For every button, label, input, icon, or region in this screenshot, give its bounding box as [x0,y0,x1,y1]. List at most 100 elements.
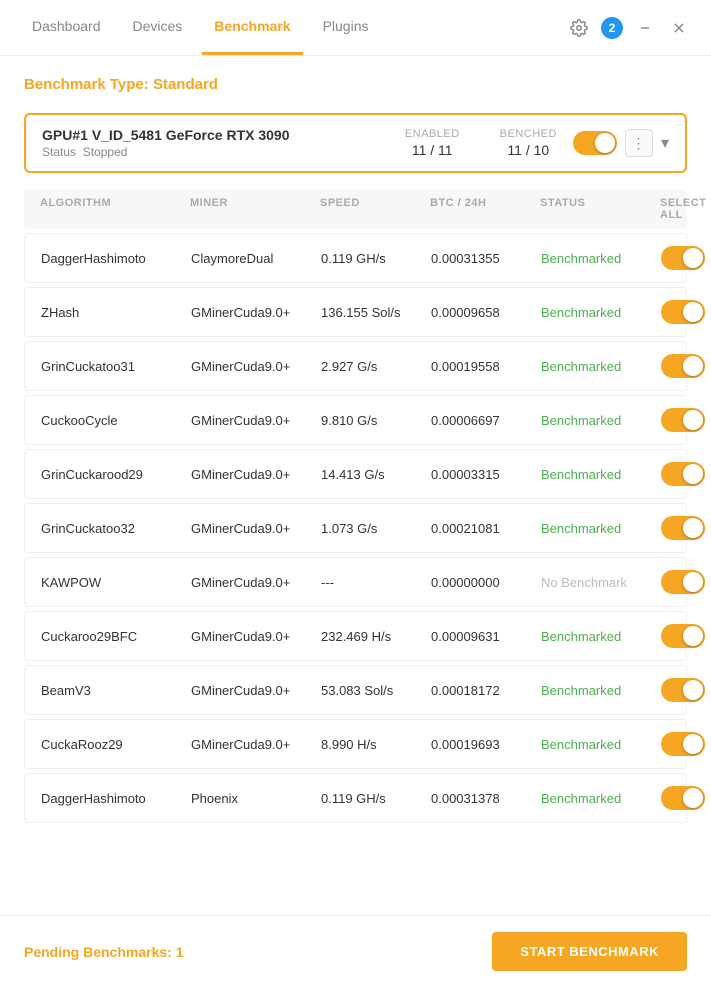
algo-miner: GMinerCuda9.0+ [191,359,321,374]
algo-name: Cuckaroo29BFC [41,629,191,644]
table-header: ALGORITHM MINER SPEED BTC / 24H STATUS S… [24,189,687,229]
algo-speed: 0.119 GH/s [321,251,431,266]
gpu-expand-icon[interactable]: ▾ [661,133,669,153]
col-speed: SPEED [320,197,430,221]
table-row: GrinCuckatoo31 GMinerCuda9.0+ 2.927 G/s … [24,341,687,391]
nav-dashboard[interactable]: Dashboard [20,0,113,55]
col-btc: BTC / 24H [430,197,540,221]
start-benchmark-button[interactable]: START BENCHMARK [492,932,687,971]
algo-miner: ClaymoreDual [191,251,321,266]
algo-status: No Benchmark [541,575,661,590]
nav-benchmark[interactable]: Benchmark [202,0,302,55]
algo-status: Benchmarked [541,791,661,806]
algo-toggle[interactable] [661,408,705,432]
algo-speed: 232.469 H/s [321,629,431,644]
algo-toggle[interactable] [661,732,705,756]
algo-name: CuckooCycle [41,413,191,428]
gpu-info: GPU#1 V_ID_5481 GeForce RTX 3090 Status … [42,127,405,159]
algo-name: CuckaRooz29 [41,737,191,752]
close-icon[interactable] [667,16,691,40]
algo-speed: 9.810 G/s [321,413,431,428]
algo-speed: --- [321,575,431,590]
table-row: BeamV3 GMinerCuda9.0+ 53.083 Sol/s 0.000… [24,665,687,715]
algo-toggle[interactable] [661,246,705,270]
pending-benchmarks: Pending Benchmarks: 1 [24,944,184,960]
algo-miner: GMinerCuda9.0+ [191,575,321,590]
algo-btc: 0.00018172 [431,683,541,698]
gpu-menu-button[interactable]: ⋮ [625,129,653,157]
nav-items: Dashboard Devices Benchmark Plugins [20,0,567,55]
minimize-icon[interactable] [633,16,657,40]
algo-actions [661,730,711,758]
algo-miner: GMinerCuda9.0+ [191,629,321,644]
algo-btc: 0.00009658 [431,305,541,320]
algo-name: GrinCuckatoo31 [41,359,191,374]
algo-speed: 136.155 Sol/s [321,305,431,320]
notification-badge[interactable]: 2 [601,17,623,39]
algo-btc: 0.00003315 [431,467,541,482]
table-row: GrinCuckatoo32 GMinerCuda9.0+ 1.073 G/s … [24,503,687,553]
algo-btc: 0.00031378 [431,791,541,806]
algo-status: Benchmarked [541,467,661,482]
table-row: KAWPOW GMinerCuda9.0+ --- 0.00000000 No … [24,557,687,607]
algo-btc: 0.00021081 [431,521,541,536]
nav-bar: Dashboard Devices Benchmark Plugins 2 [0,0,711,56]
algo-actions [661,244,711,272]
algo-actions [661,784,711,812]
benchmark-type-value: Standard [153,76,218,93]
algo-toggle[interactable] [661,570,705,594]
algo-actions [661,460,711,488]
algo-name: GrinCuckatoo32 [41,521,191,536]
algo-speed: 53.083 Sol/s [321,683,431,698]
table-row: CuckaRooz29 GMinerCuda9.0+ 8.990 H/s 0.0… [24,719,687,769]
algo-actions [661,676,711,704]
gpu-enabled-stat: ENABLED 11 / 11 [405,128,460,158]
nav-devices[interactable]: Devices [121,0,195,55]
algo-toggle[interactable] [661,786,705,810]
algo-btc: 0.00000000 [431,575,541,590]
footer: Pending Benchmarks: 1 START BENCHMARK [0,915,711,987]
algo-name: BeamV3 [41,683,191,698]
col-miner: MINER [190,197,320,221]
algo-status: Benchmarked [541,251,661,266]
gpu-benched-stat: BENCHED 11 / 10 [500,128,557,158]
algo-toggle[interactable] [661,624,705,648]
col-algorithm: ALGORITHM [40,197,190,221]
algo-actions [661,622,711,650]
algo-miner: GMinerCuda9.0+ [191,413,321,428]
gpu-name: GPU#1 V_ID_5481 GeForce RTX 3090 [42,127,405,143]
algo-status: Benchmarked [541,521,661,536]
algo-miner: GMinerCuda9.0+ [191,521,321,536]
algo-btc: 0.00031355 [431,251,541,266]
table-row: GrinCuckarood29 GMinerCuda9.0+ 14.413 G/… [24,449,687,499]
algo-status: Benchmarked [541,413,661,428]
algo-toggle[interactable] [661,354,705,378]
algo-speed: 8.990 H/s [321,737,431,752]
table-row: CuckooCycle GMinerCuda9.0+ 9.810 G/s 0.0… [24,395,687,445]
algo-speed: 14.413 G/s [321,467,431,482]
benchmark-type-row: Benchmark Type: Standard [24,76,687,93]
nav-controls: 2 [567,16,691,40]
algo-miner: GMinerCuda9.0+ [191,683,321,698]
algo-btc: 0.00019693 [431,737,541,752]
algo-toggle[interactable] [661,516,705,540]
settings-icon[interactable] [567,16,591,40]
algo-btc: 0.00006697 [431,413,541,428]
table-row: ZHash GMinerCuda9.0+ 136.155 Sol/s 0.000… [24,287,687,337]
algo-toggle[interactable] [661,462,705,486]
algo-toggle[interactable] [661,678,705,702]
algo-name: GrinCuckarood29 [41,467,191,482]
algo-toggle[interactable] [661,300,705,324]
algo-name: DaggerHashimoto [41,251,191,266]
algo-name: KAWPOW [41,575,191,590]
algo-miner: Phoenix [191,791,321,806]
algo-miner: GMinerCuda9.0+ [191,737,321,752]
algo-speed: 1.073 G/s [321,521,431,536]
algo-status: Benchmarked [541,629,661,644]
nav-plugins[interactable]: Plugins [311,0,381,55]
algo-speed: 2.927 G/s [321,359,431,374]
gpu-toggle[interactable] [573,131,617,155]
table-row: DaggerHashimoto Phoenix 0.119 GH/s 0.000… [24,773,687,823]
algo-btc: 0.00019558 [431,359,541,374]
table-row: DaggerHashimoto ClaymoreDual 0.119 GH/s … [24,233,687,283]
